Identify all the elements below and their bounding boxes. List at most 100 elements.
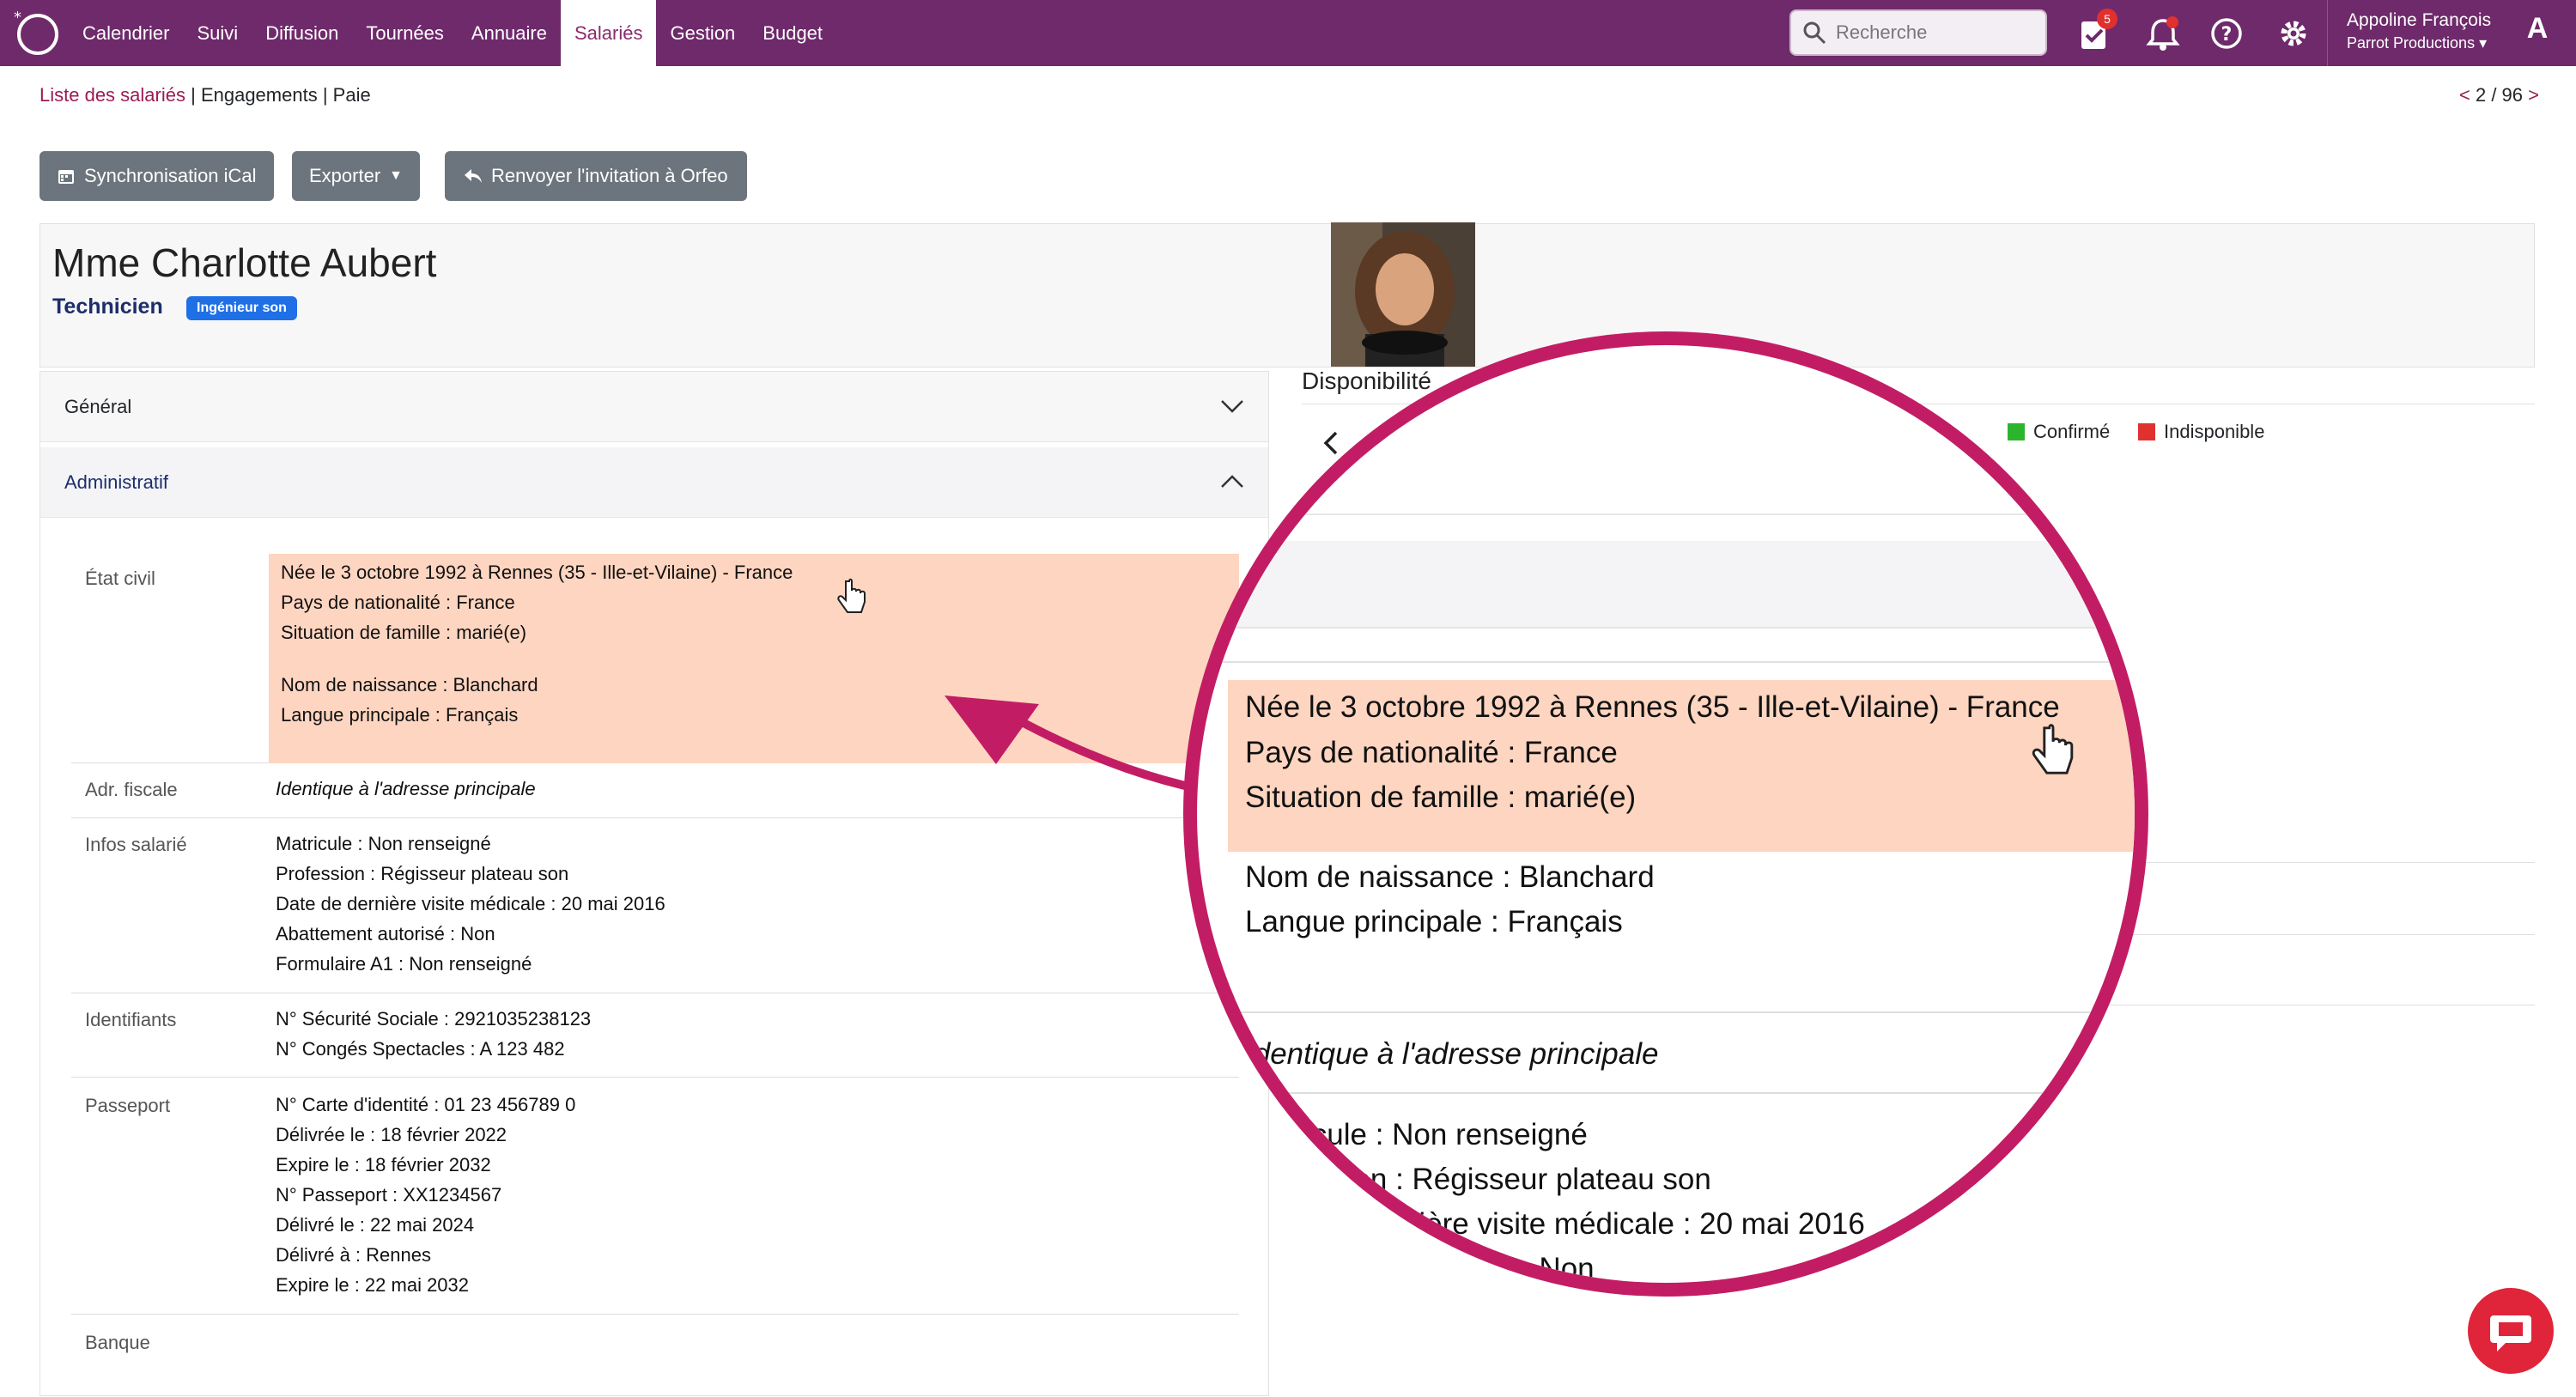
caret-down-icon: ▼ [389, 168, 403, 183]
label-banque: Banque [85, 1332, 150, 1353]
chevron-down-icon [1221, 400, 1243, 413]
value-adr-fiscale: Identique à l'adresse principale [276, 778, 536, 799]
search-input[interactable]: Recherche [1789, 9, 2047, 56]
nav-diffusion[interactable]: Diffusion [252, 0, 352, 66]
main-nav: Calendrier Suivi Diffusion Tournées Annu… [69, 0, 836, 66]
reply-icon [465, 169, 482, 183]
export-label: Exporter [309, 165, 381, 186]
chat-button[interactable] [2468, 1288, 2554, 1374]
row-identifiants: Identifiants N° Sécurité Sociale : 29210… [71, 993, 1239, 1078]
info-a1: Formulaire A1 : Non renseigné [276, 953, 532, 975]
civil-birth: Née le 3 octobre 1992 à Rennes (35 - Ill… [281, 562, 793, 583]
orfeo-logo-icon[interactable]: * [10, 7, 62, 58]
divider [1197, 1011, 2135, 1013]
pager-position: 2 / 96 [2475, 84, 2524, 106]
zoom-family: Situation de famille : marié(e) [1245, 780, 1637, 814]
search-placeholder: Recherche [1836, 21, 1928, 43]
passport-expires: Expire le : 22 mai 2032 [276, 1274, 470, 1296]
zoom-birth: Née le 3 octobre 1992 à Rennes (35 - Ill… [1245, 690, 2060, 724]
ids-values: N° Sécurité Sociale : 2921035238123 N° C… [276, 1004, 591, 1064]
nav-salaries[interactable]: Salariés [560, 0, 657, 66]
unavailable-swatch [2138, 423, 2155, 440]
caret-down-icon: ▾ [2479, 34, 2488, 52]
civil-nationality: Pays de nationalité : France [281, 592, 515, 613]
label-identifiants: Identifiants [85, 1009, 177, 1030]
divider [1197, 627, 2135, 629]
breadcrumb: Liste des salariés | Engagements | Paie [39, 84, 371, 106]
calendar-icon [58, 170, 74, 184]
svg-text:*: * [14, 9, 21, 27]
employee-photo [1331, 222, 1475, 367]
divider [1197, 513, 2135, 515]
resend-invite-button[interactable]: Renvoyer l'invitation à Orfeo [445, 151, 747, 201]
id-conges: N° Congés Spectacles : A 123 482 [276, 1038, 565, 1060]
nav-gestion[interactable]: Gestion [656, 0, 749, 66]
zoom-profession: Profession : Régisseur plateau son [1245, 1163, 1711, 1196]
employee-header: Mme Charlotte Aubert Technicien Ingénieu… [39, 223, 2535, 367]
nav-calendrier[interactable]: Calendrier [69, 0, 184, 66]
zoom-magnifier: Née le 3 octobre 1992 à Rennes (35 - Ill… [1183, 331, 2148, 1297]
export-dropdown-button[interactable]: Exporter ▼ [292, 151, 420, 201]
chevron-left-icon[interactable] [1322, 429, 1340, 457]
user-name: Appoline François [2347, 10, 2492, 30]
employee-role: Technicien [52, 295, 163, 319]
divider [2078, 934, 2535, 935]
passport-values: N° Carte d'identité : 01 23 456789 0 Dél… [276, 1090, 575, 1300]
legend-confirmed: Confirmé [2008, 421, 2110, 443]
nav-tournees[interactable]: Tournées [352, 0, 458, 66]
employee-name: Mme Charlotte Aubert [52, 240, 437, 285]
section-general-toggle[interactable]: Général [40, 372, 1268, 442]
breadcrumb-engagements[interactable]: Engagements [201, 84, 318, 106]
user-menu[interactable]: Appoline François Parrot Productions ▾ [2327, 0, 2491, 66]
details-panel: Général Administratif État civil Née le … [39, 371, 1269, 1396]
info-abattement: Abattement autorisé : Non [276, 923, 495, 944]
passport-issued-at: Délivré à : Rennes [276, 1244, 431, 1266]
chat-bubble-icon [2490, 1315, 2531, 1351]
label-infos-salarie: Infos salarié [85, 834, 187, 855]
breadcrumb-list-link[interactable]: Liste des salariés [39, 84, 185, 106]
pager-prev[interactable]: < [2459, 84, 2470, 106]
row-infos-salarie: Infos salarié Matricule : Non renseigné … [71, 818, 1239, 993]
zoom-section-header [1197, 541, 2135, 627]
notifications-button[interactable] [2142, 12, 2184, 55]
nav-annuaire[interactable]: Annuaire [458, 0, 561, 66]
settings-button[interactable] [2272, 12, 2315, 55]
nav-suivi[interactable]: Suivi [184, 0, 252, 66]
legend-unavailable-label: Indisponible [2164, 421, 2265, 442]
legend-confirmed-label: Confirmé [2033, 421, 2111, 442]
hand-pointer-icon [2032, 724, 2074, 774]
passport-id-expires: Expire le : 18 février 2032 [276, 1154, 491, 1175]
row-banque: Banque [71, 1315, 1239, 1397]
passport-number: N° Passeport : XX1234567 [276, 1184, 502, 1206]
availability-title: Disponibilité [1302, 367, 1431, 394]
nav-budget[interactable]: Budget [749, 0, 836, 66]
passport-issued: Délivré le : 22 mai 2024 [276, 1214, 475, 1236]
resend-invite-label: Renvoyer l'invitation à Orfeo [491, 165, 728, 186]
confirmed-swatch [2008, 423, 2025, 440]
section-general-title: Général [64, 396, 132, 417]
ical-sync-label: Synchronisation iCal [84, 165, 257, 186]
user-avatar[interactable]: A [2518, 9, 2557, 48]
pager-next[interactable]: > [2528, 84, 2539, 106]
id-secu: N° Sécurité Sociale : 2921035238123 [276, 1008, 592, 1030]
search-icon [1803, 21, 1826, 45]
help-button[interactable]: ? [2205, 12, 2248, 55]
label-etat-civil: État civil [85, 568, 155, 589]
passport-id-card: N° Carte d'identité : 01 23 456789 0 [276, 1094, 576, 1115]
breadcrumb-sep: | [185, 84, 201, 106]
divider [2078, 862, 2535, 863]
zoom-birth-name: Nom de naissance : Blanchard [1245, 860, 1655, 894]
zoom-matricule: Matricule : Non renseigné [1245, 1118, 1588, 1151]
section-admin-toggle[interactable]: Administratif [40, 447, 1268, 518]
ical-sync-button[interactable]: Synchronisation iCal [39, 151, 274, 201]
info-matricule: Matricule : Non renseigné [276, 833, 491, 854]
label-passeport: Passeport [85, 1095, 171, 1116]
record-pager: < 2 / 96 > [2459, 84, 2539, 106]
divider [1197, 661, 2135, 663]
passport-id-issued: Délivrée le : 18 février 2022 [276, 1124, 507, 1145]
breadcrumb-paie[interactable]: Paie [333, 84, 371, 106]
tasks-button[interactable]: 5 [2073, 9, 2117, 55]
bell-icon [2146, 16, 2180, 51]
hand-pointer-icon [837, 578, 866, 613]
